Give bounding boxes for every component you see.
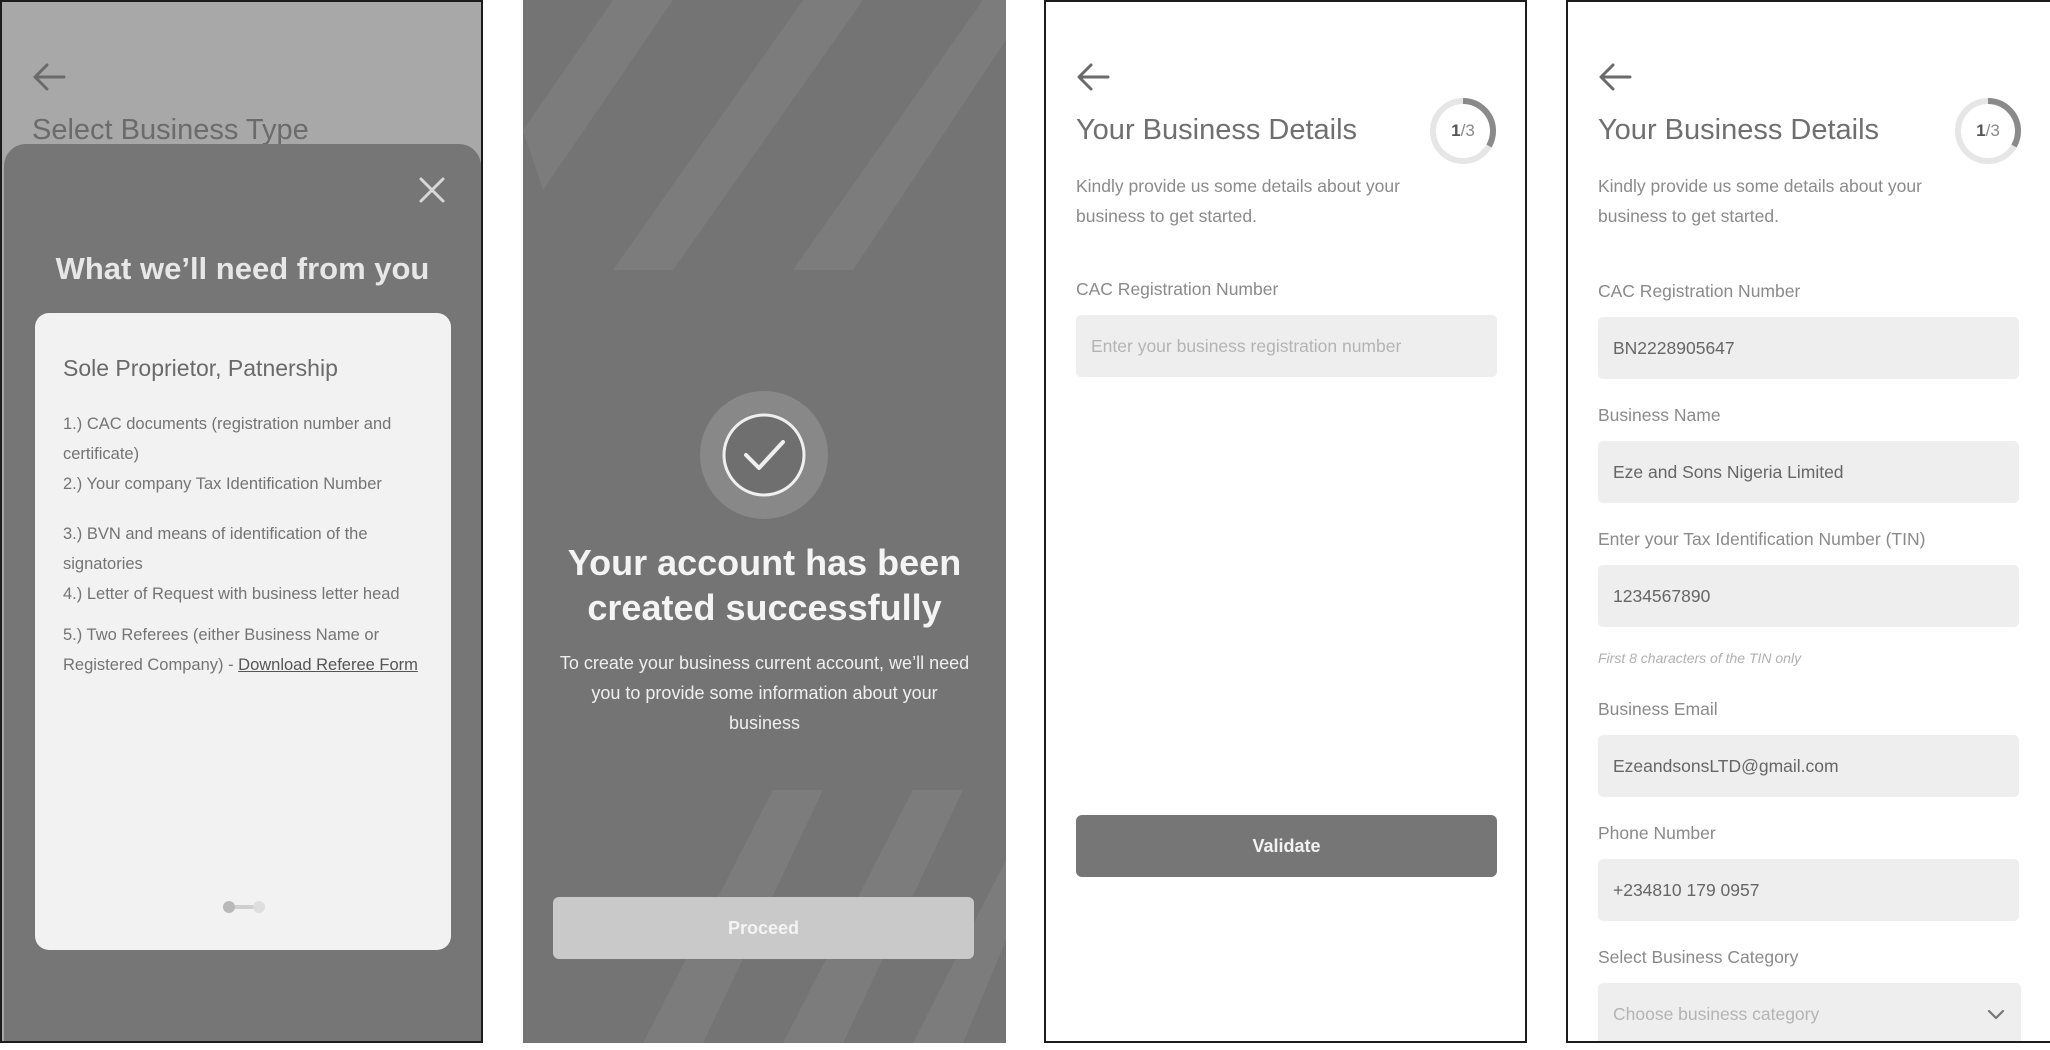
close-icon[interactable] <box>418 176 446 204</box>
back-arrow-icon[interactable] <box>1598 62 1632 92</box>
chevron-down-icon <box>1987 1009 2005 1020</box>
sheet-title: What we’ll need from you <box>55 251 430 286</box>
requirements-bottom-sheet: What we’ll need from you Sole Proprietor… <box>4 144 481 1041</box>
business-name-input[interactable]: Eze and Sons Nigeria Limited <box>1598 441 2019 503</box>
back-arrow-icon[interactable] <box>32 62 66 92</box>
requirement-item: 4.) Letter of Request with business lett… <box>63 585 400 603</box>
requirement-item: 2.) Your company Tax Identification Numb… <box>63 475 382 493</box>
total-steps: /3 <box>1985 121 2000 140</box>
download-referee-form-link[interactable]: Download Referee Form <box>238 656 418 674</box>
requirement-item: 5.) Two Referees (either Business Name o… <box>63 620 423 680</box>
proceed-button[interactable]: Proceed <box>553 897 974 959</box>
phone-number-input[interactable]: +234810 179 0957 <box>1598 859 2019 921</box>
total-steps: /3 <box>1460 121 1475 140</box>
tin-hint: First 8 characters of the TIN only <box>1598 650 1802 666</box>
success-check-icon <box>700 391 828 519</box>
cac-registration-input[interactable]: Enter your business registration number <box>1076 315 1497 377</box>
current-step: 1 <box>1976 121 1986 140</box>
page-subtitle: Kindly provide us some details about you… <box>1598 176 1922 226</box>
business-category-select[interactable]: Choose business category <box>1598 983 2021 1041</box>
business-email-label: Business Email <box>1598 699 1718 719</box>
success-message: To create your business current account,… <box>559 653 970 733</box>
step-indicator: 1/3 <box>1429 97 1497 165</box>
back-arrow-icon[interactable] <box>1076 62 1110 92</box>
page-title: Your Business Details <box>1076 114 1358 146</box>
success-screen: Your account has been created successful… <box>523 0 1006 1043</box>
tin-input[interactable]: 1234567890 <box>1598 565 2019 627</box>
background-stripes <box>523 0 1006 1043</box>
cac-label: CAC Registration Number <box>1076 279 1279 299</box>
step-progress-ring: 1/3 <box>1954 97 2022 165</box>
card-title: Sole Proprietor, Patnership <box>63 355 338 381</box>
success-title: Your account has been created successful… <box>567 542 962 628</box>
business-details-empty-screen: Your Business Details 1/3 Kindly provide… <box>1044 0 1527 1043</box>
requirement-item: 1.) CAC documents (registration number a… <box>63 415 392 463</box>
tin-label: Enter your Tax Identification Number (TI… <box>1598 529 1926 549</box>
cac-registration-input[interactable]: BN2228905647 <box>1598 317 2019 379</box>
business-type-screen: Select Business Type What we’ll need fro… <box>0 0 483 1043</box>
business-category-label: Select Business Category <box>1598 947 1799 967</box>
phone-number-label: Phone Number <box>1598 823 1716 843</box>
requirement-item: 3.) BVN and means of identification of t… <box>63 525 368 573</box>
business-details-filled-screen: Your Business Details 1/3 Kindly provide… <box>1566 0 2050 1043</box>
business-category-placeholder: Choose business category <box>1613 1004 1820 1024</box>
page-title: Select Business Type <box>32 114 309 146</box>
validate-button[interactable]: Validate <box>1076 815 1497 877</box>
pagination-dots[interactable] <box>222 900 266 914</box>
requirements-card: Sole Proprietor, Patnership 1.) CAC docu… <box>35 313 451 950</box>
business-email-input[interactable]: EzeandsonsLTD@gmail.com <box>1598 735 2019 797</box>
cac-label: CAC Registration Number <box>1598 281 1801 301</box>
current-step: 1 <box>1451 121 1461 140</box>
step-indicator: 1/3 <box>1954 97 2022 165</box>
page-title: Your Business Details <box>1598 114 1880 146</box>
page-subtitle: Kindly provide us some details about you… <box>1076 176 1400 226</box>
step-progress-ring: 1/3 <box>1429 97 1497 165</box>
business-name-label: Business Name <box>1598 405 1721 425</box>
